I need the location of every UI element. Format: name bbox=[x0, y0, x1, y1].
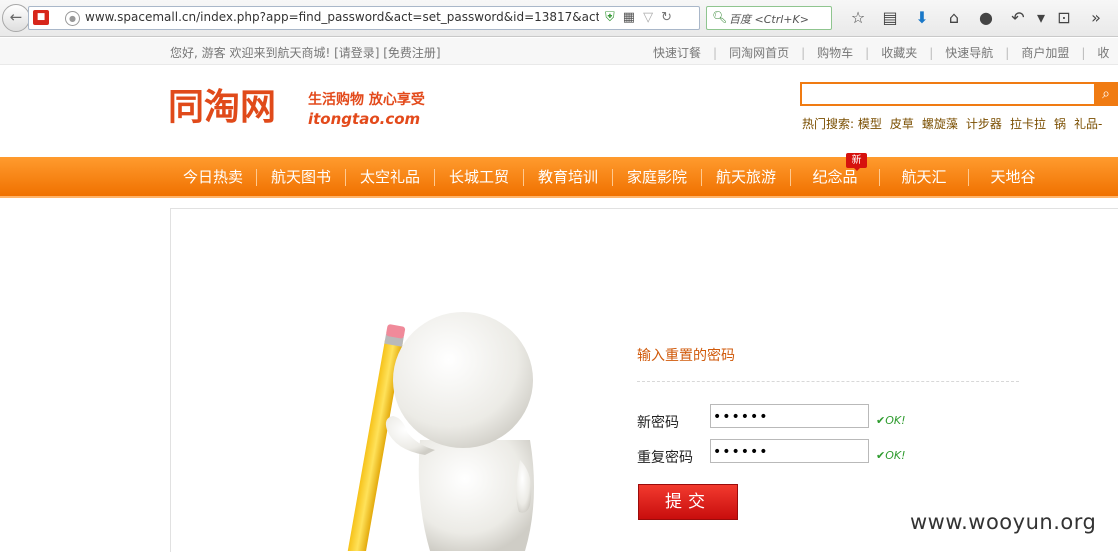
new-password-label: 新密码 bbox=[637, 415, 679, 431]
search-icon: 🔍︎ bbox=[712, 10, 728, 24]
repeat-password-ok: ✔OK! bbox=[876, 449, 906, 462]
shield-icon[interactable]: ⛨ bbox=[605, 10, 615, 25]
top-link-home[interactable]: 同淘网首页 bbox=[729, 44, 789, 61]
site-search: ⌕ bbox=[800, 82, 1118, 106]
divider bbox=[637, 381, 1019, 382]
reading-list-icon[interactable]: ▤ bbox=[874, 6, 906, 30]
divider: | bbox=[929, 46, 934, 60]
browser-toolbar: ← ■ ● www.spacemall.cn/index.php?app=fin… bbox=[0, 0, 1118, 37]
divider: | bbox=[713, 46, 718, 60]
form-title: 输入重置的密码 bbox=[637, 348, 735, 364]
dropdown-icon[interactable]: ▽ bbox=[643, 10, 653, 25]
more-icon[interactable]: » bbox=[1080, 6, 1112, 30]
top-link-cart[interactable]: 购物车 bbox=[817, 44, 853, 61]
url-text[interactable]: www.spacemall.cn/index.php?app=find_pass… bbox=[85, 10, 599, 24]
nav-item-home-theater[interactable]: 家庭影院 bbox=[613, 157, 701, 196]
chat-icon[interactable]: ● bbox=[970, 6, 1002, 30]
browser-tools: ☆ ▤ ⬇ ⌂ ● ↶ ▾ ⊡» bbox=[842, 6, 1112, 30]
ok-text: OK! bbox=[885, 414, 906, 427]
menu-arrow-icon[interactable]: ▾ bbox=[1034, 6, 1048, 30]
divider: | bbox=[865, 46, 870, 60]
check-icon: ✔ bbox=[876, 414, 886, 427]
nav-item-space-gifts[interactable]: 太空礼品 bbox=[346, 157, 434, 196]
top-link-more[interactable]: 收 bbox=[1097, 44, 1109, 61]
nav-item-hot-sale[interactable]: 今日热卖 bbox=[170, 157, 256, 196]
watermark: www.wooyun.org bbox=[910, 510, 1097, 534]
new-password-ok: ✔OK! bbox=[876, 414, 906, 427]
submit-button[interactable]: 提交 bbox=[638, 484, 738, 520]
browser-search-placeholder: 百度 <Ctrl+K> bbox=[729, 13, 809, 26]
check-icon: ✔ bbox=[876, 449, 886, 462]
hot-word[interactable]: 锅 bbox=[1054, 115, 1066, 132]
nav-item-education[interactable]: 教育培训 bbox=[524, 157, 612, 196]
nav-item-books[interactable]: 航天图书 bbox=[257, 157, 345, 196]
site-favicon: ■ bbox=[33, 10, 49, 25]
hot-searches: 热门搜索: 模型 皮草 螺旋藻 计步器 拉卡拉锅礼品- bbox=[802, 115, 1110, 132]
divider: | bbox=[1005, 46, 1010, 60]
mascot-illustration bbox=[345, 312, 534, 551]
site-top-bar: 您好, 游客 欢迎来到航天商城! [请登录] [免费注册] 快速订餐 | 同淘网首页… bbox=[0, 38, 1118, 65]
search-icon[interactable]: ⌕ bbox=[1094, 82, 1118, 106]
download-icon[interactable]: ⬇ bbox=[906, 6, 938, 30]
globe-icon: ● bbox=[65, 11, 80, 26]
nav-item-hangtian-hui[interactable]: 航天汇 bbox=[880, 157, 968, 196]
hot-word[interactable]: 螺旋藻 bbox=[922, 115, 958, 132]
repeat-password-field[interactable]: •••••• bbox=[710, 439, 869, 463]
welcome-text[interactable]: 您好, 游客 欢迎来到航天商城! [请登录] [免费注册] bbox=[170, 44, 441, 61]
hot-word[interactable]: 计步器 bbox=[966, 115, 1002, 132]
logo-domain: itongtao.com bbox=[308, 110, 421, 128]
back-icon[interactable]: ← bbox=[2, 4, 30, 32]
top-link-order[interactable]: 快速订餐 bbox=[653, 44, 701, 61]
site-logo[interactable]: 同淘网 生活购物 放心享受 itongtao.com bbox=[168, 86, 438, 132]
star-icon[interactable]: ☆ bbox=[842, 6, 874, 30]
hot-search-label: 热门搜索: bbox=[802, 117, 855, 131]
qr-code-icon[interactable]: ▦ bbox=[623, 10, 635, 25]
hot-word[interactable]: 拉卡拉 bbox=[1010, 115, 1046, 132]
logo-slogan: 生活购物 放心享受 bbox=[308, 92, 425, 108]
site-search-input[interactable] bbox=[800, 82, 1094, 106]
divider: | bbox=[801, 46, 806, 60]
crop-icon[interactable]: ⊡ bbox=[1048, 6, 1080, 30]
top-link-favorites[interactable]: 收藏夹 bbox=[881, 44, 917, 61]
nav-item-travel[interactable]: 航天旅游 bbox=[702, 157, 790, 196]
ok-text: OK! bbox=[885, 449, 906, 462]
address-bar[interactable]: ■ ● www.spacemall.cn/index.php?app=find_… bbox=[28, 6, 700, 30]
hot-word[interactable]: 皮草 bbox=[890, 115, 914, 132]
new-badge: 新 bbox=[846, 153, 867, 171]
hot-word[interactable]: 模型 bbox=[858, 115, 882, 132]
url-actions: ⛨ ▦ ▽ ↻ bbox=[605, 10, 680, 25]
category-nav: 今日热卖 航天图书 太空礼品 长城工贸 教育培训 家庭影院 航天旅游 纪念品 航… bbox=[0, 157, 1118, 198]
top-link-merchant[interactable]: 商户加盟 bbox=[1021, 44, 1069, 61]
home-icon[interactable]: ⌂ bbox=[938, 6, 970, 30]
nav-item-tiandigu[interactable]: 天地谷 bbox=[969, 157, 1057, 196]
nav-item-great-wall[interactable]: 长城工贸 bbox=[435, 157, 523, 196]
repeat-password-label: 重复密码 bbox=[637, 450, 693, 466]
undo-icon[interactable]: ↶ bbox=[1002, 6, 1034, 30]
reload-icon[interactable]: ↻ bbox=[661, 10, 672, 25]
top-link-quick-nav[interactable]: 快速导航 bbox=[945, 44, 993, 61]
hot-word[interactable]: 礼品- bbox=[1074, 115, 1102, 132]
divider: | bbox=[1081, 46, 1086, 60]
logo-text: 同淘网 bbox=[168, 87, 277, 128]
new-password-field[interactable]: •••••• bbox=[710, 404, 869, 428]
browser-search-box[interactable]: 🔍︎ 百度 <Ctrl+K> bbox=[706, 6, 832, 30]
top-links: 快速订餐 | 同淘网首页 | 购物车 | 收藏夹 | 快速导航 | 商户加盟 | 收 bbox=[653, 44, 1109, 61]
